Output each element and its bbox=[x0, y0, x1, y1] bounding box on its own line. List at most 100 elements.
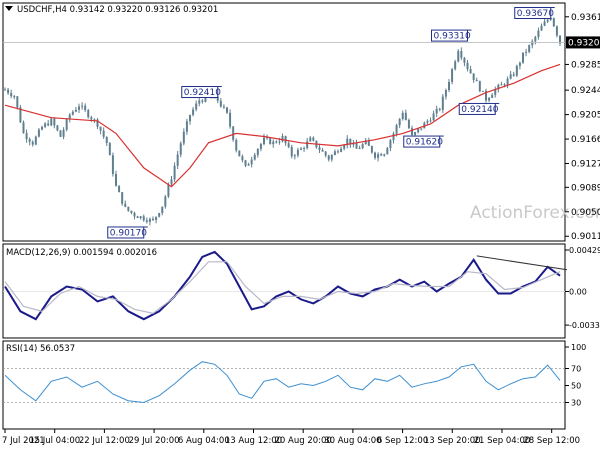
candle-body bbox=[469, 69, 472, 74]
candle-body bbox=[198, 100, 201, 104]
candle-body bbox=[546, 19, 549, 22]
forex-chart: USDCHF,H4 0.93142 0.93220 0.93126 0.9320… bbox=[0, 0, 600, 450]
candle-body bbox=[105, 136, 108, 143]
candle-body bbox=[130, 210, 133, 213]
time-tick-label: 29 Jul 20:00 bbox=[129, 436, 180, 446]
candle-body bbox=[303, 147, 306, 149]
candle-body bbox=[525, 51, 528, 53]
rsi-tick-label: 100 bbox=[571, 343, 586, 352]
candle-body bbox=[65, 119, 68, 130]
candle-body bbox=[333, 151, 336, 155]
candle-body bbox=[429, 120, 432, 122]
candle-body bbox=[555, 26, 558, 36]
candle-body bbox=[269, 138, 272, 145]
candle-body bbox=[327, 155, 330, 160]
candle-body bbox=[235, 139, 238, 151]
candle-body bbox=[380, 154, 383, 156]
candle-body bbox=[552, 18, 555, 27]
rsi-axis: 100 70 50 30 bbox=[565, 343, 586, 408]
candle-body bbox=[84, 105, 87, 111]
candle-body bbox=[195, 103, 198, 110]
candle-body bbox=[259, 143, 262, 149]
candle-body bbox=[466, 62, 469, 70]
candle-body bbox=[306, 141, 309, 148]
candle-body bbox=[148, 218, 151, 222]
candle-body bbox=[361, 144, 364, 149]
candle-body bbox=[71, 111, 74, 115]
candle-body bbox=[491, 94, 494, 98]
candle-body bbox=[444, 89, 447, 97]
candle-body bbox=[337, 151, 339, 153]
rsi-tick-label: 30 bbox=[571, 399, 581, 408]
candle-body bbox=[377, 154, 380, 158]
candle-body bbox=[392, 133, 395, 141]
price-annotation-label: 0.93310 bbox=[434, 32, 471, 42]
candle-body bbox=[53, 118, 56, 126]
macd-tick-label: 0.00 bbox=[569, 287, 587, 296]
rsi-tick-label: 70 bbox=[571, 365, 581, 374]
candle-body bbox=[463, 57, 466, 63]
candle-body bbox=[133, 212, 136, 217]
candle-body bbox=[167, 184, 170, 197]
candle-body bbox=[179, 143, 182, 155]
candle-body bbox=[87, 110, 90, 118]
candle-body bbox=[78, 106, 80, 110]
time-tick-label: 30 Aug 04:00 bbox=[324, 436, 381, 446]
main-price-pane: USDCHF,H4 0.93142 0.93220 0.93126 0.9320… bbox=[2, 2, 600, 242]
candle-body bbox=[272, 141, 275, 145]
candle-body bbox=[417, 128, 420, 133]
candle-body bbox=[475, 80, 478, 82]
price-tick-label: 0.90110 bbox=[571, 232, 600, 242]
main-pane-header: USDCHF,H4 0.93142 0.93220 0.93126 0.9320… bbox=[17, 5, 218, 15]
candle-body bbox=[401, 112, 404, 119]
candle-body bbox=[263, 137, 265, 144]
candle-body bbox=[472, 73, 475, 81]
candle-body bbox=[500, 84, 503, 86]
candle-body bbox=[321, 149, 324, 152]
candle-body bbox=[34, 136, 37, 145]
candle-body bbox=[518, 62, 521, 66]
time-tick-label: 22 Jul 12:00 bbox=[79, 436, 130, 446]
price-tick-label: 0.92440 bbox=[571, 86, 600, 96]
candle-body bbox=[478, 81, 481, 92]
candle-body bbox=[515, 65, 518, 76]
macd-axis: 0.004299 0.00 -0.003396 bbox=[565, 246, 600, 330]
rsi-tick-label: 50 bbox=[571, 382, 581, 391]
candle-body bbox=[173, 165, 176, 180]
candle-body bbox=[534, 36, 537, 42]
candle-body bbox=[275, 141, 278, 143]
price-annotation-label: 0.92140 bbox=[461, 105, 498, 115]
candle-body bbox=[312, 137, 315, 141]
candle-body bbox=[537, 30, 540, 37]
time-tick-label: 13 Sep 20:00 bbox=[424, 436, 481, 446]
candle-body bbox=[182, 131, 185, 144]
price-axis: 0.93610 0.92850 0.92440 0.92050 0.91660 0.912… bbox=[565, 13, 600, 242]
candle-body bbox=[435, 108, 438, 114]
candle-body bbox=[244, 160, 247, 166]
candle-body bbox=[324, 151, 327, 156]
candle-body bbox=[124, 203, 127, 207]
candle-body bbox=[256, 148, 259, 155]
candle-body bbox=[37, 129, 40, 137]
candle-body bbox=[543, 21, 546, 26]
candle-body bbox=[404, 112, 407, 121]
candle-body bbox=[460, 51, 463, 58]
macd-tick-label: -0.003396 bbox=[569, 321, 600, 330]
candle-body bbox=[411, 128, 413, 135]
candle-body bbox=[16, 96, 19, 108]
candle-body bbox=[355, 143, 358, 149]
candle-body bbox=[293, 155, 296, 157]
candle-body bbox=[170, 179, 173, 185]
time-tick-label: 15 Jul 04:00 bbox=[29, 436, 80, 446]
candle-body bbox=[229, 112, 232, 127]
candle-body bbox=[118, 185, 121, 193]
candle-body bbox=[4, 89, 6, 91]
candle-body bbox=[454, 61, 457, 70]
candle-body bbox=[145, 220, 148, 222]
candle-body bbox=[370, 145, 373, 153]
candle-body bbox=[250, 159, 253, 165]
price-annotation-label: 0.92410 bbox=[184, 88, 221, 98]
candle-body bbox=[278, 141, 281, 143]
price-tick-label: 0.91270 bbox=[571, 160, 600, 170]
rsi-pane: RSI(14) 56.0537 100 70 50 30 bbox=[2, 340, 586, 430]
